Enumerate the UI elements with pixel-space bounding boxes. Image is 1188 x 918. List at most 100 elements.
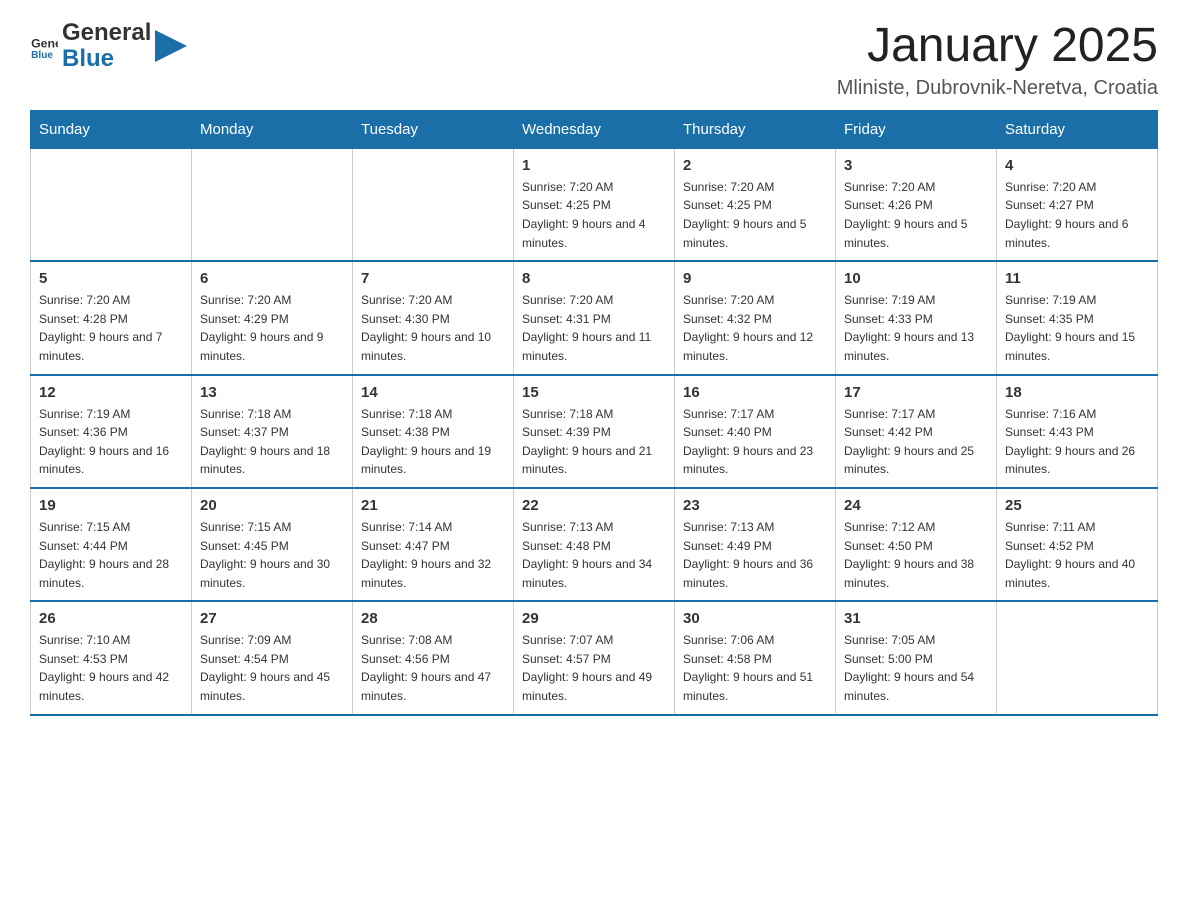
day-info: Sunrise: 7:20 AMSunset: 4:26 PMDaylight:… <box>844 178 988 252</box>
day-cell: 28Sunrise: 7:08 AMSunset: 4:56 PMDayligh… <box>353 601 514 714</box>
day-cell: 29 Sunrise: 7:07 AMSunset: 4:57 PMDayligh… <box>514 601 675 714</box>
day-info: Sunrise: 7:15 AMSunset: 4:45 PMDaylight:… <box>200 518 344 592</box>
day-info: Sunrise: 7:06 AMSunset: 4:58 PMDaylight:… <box>683 631 827 705</box>
day-info: Sunrise: 7:08 AMSunset: 4:56 PMDaylight:… <box>361 631 505 705</box>
day-number: 29 <box>522 610 666 627</box>
day-number: 16 <box>683 384 827 401</box>
day-info: Sunrise: 7:05 AMSunset: 5:00 PMDaylight:… <box>844 631 988 705</box>
day-cell: 14 Sunrise: 7:18 AMSunset: 4:38 PMDayligh… <box>353 375 514 488</box>
day-number: 31 <box>844 610 988 627</box>
day-number: 10 <box>844 270 988 287</box>
day-info: Sunrise: 7:18 AMSunset: 4:39 PMDaylight:… <box>522 405 666 479</box>
day-number: 6 <box>200 270 344 287</box>
day-number: 3 <box>844 157 988 174</box>
day-cell: 12Sunrise: 7:19 AMSunset: 4:36 PMDayligh… <box>31 375 192 488</box>
day-info: Sunrise: 7:18 AMSunset: 4:37 PMDaylight:… <box>200 405 344 479</box>
day-number: 7 <box>361 270 505 287</box>
day-cell: 3 Sunrise: 7:20 AMSunset: 4:26 PMDaylight… <box>836 148 997 261</box>
day-cell: 19 Sunrise: 7:15 AMSunset: 4:44 PMDayligh… <box>31 488 192 601</box>
day-number: 26 <box>39 610 183 627</box>
day-info: Sunrise: 7:14 AMSunset: 4:47 PMDaylight:… <box>361 518 505 592</box>
svg-text:General: General <box>31 37 58 51</box>
day-number: 11 <box>1005 270 1149 287</box>
week-row-3: 19 Sunrise: 7:15 AMSunset: 4:44 PMDayligh… <box>31 488 1158 601</box>
day-number: 9 <box>683 270 827 287</box>
day-cell: 13 Sunrise: 7:18 AMSunset: 4:37 PMDayligh… <box>192 375 353 488</box>
day-info: Sunrise: 7:17 AMSunset: 4:42 PMDaylight:… <box>844 405 988 479</box>
svg-text:Blue: Blue <box>31 50 53 60</box>
day-info: Sunrise: 7:20 AMSunset: 4:32 PMDaylight:… <box>683 291 827 365</box>
day-number: 22 <box>522 497 666 514</box>
day-info: Sunrise: 7:20 AMSunset: 4:30 PMDaylight:… <box>361 291 505 365</box>
day-cell: 5Sunrise: 7:20 AMSunset: 4:28 PMDaylight… <box>31 261 192 374</box>
day-info: Sunrise: 7:20 AMSunset: 4:29 PMDaylight:… <box>200 291 344 365</box>
day-cell <box>192 148 353 261</box>
day-cell: 1Sunrise: 7:20 AMSunset: 4:25 PMDaylight… <box>514 148 675 261</box>
week-row-0: 1Sunrise: 7:20 AMSunset: 4:25 PMDaylight… <box>31 148 1158 261</box>
week-row-2: 12Sunrise: 7:19 AMSunset: 4:36 PMDayligh… <box>31 375 1158 488</box>
day-cell: 31 Sunrise: 7:05 AMSunset: 5:00 PMDayligh… <box>836 601 997 714</box>
day-cell <box>31 148 192 261</box>
day-cell: 16Sunrise: 7:17 AMSunset: 4:40 PMDayligh… <box>675 375 836 488</box>
day-cell: 20Sunrise: 7:15 AMSunset: 4:45 PMDayligh… <box>192 488 353 601</box>
day-number: 25 <box>1005 497 1149 514</box>
calendar-table: SundayMondayTuesdayWednesdayThursdayFrid… <box>30 110 1158 716</box>
page-header: General Blue General Blue January 2025 M… <box>30 20 1158 100</box>
day-info: Sunrise: 7:20 AMSunset: 4:25 PMDaylight:… <box>683 178 827 252</box>
day-info: Sunrise: 7:11 AMSunset: 4:52 PMDaylight:… <box>1005 518 1149 592</box>
day-info: Sunrise: 7:09 AMSunset: 4:54 PMDaylight:… <box>200 631 344 705</box>
day-info: Sunrise: 7:19 AMSunset: 4:35 PMDaylight:… <box>1005 291 1149 365</box>
day-info: Sunrise: 7:13 AMSunset: 4:49 PMDaylight:… <box>683 518 827 592</box>
day-cell: 15 Sunrise: 7:18 AMSunset: 4:39 PMDayligh… <box>514 375 675 488</box>
day-info: Sunrise: 7:19 AMSunset: 4:33 PMDaylight:… <box>844 291 988 365</box>
day-info: Sunrise: 7:10 AMSunset: 4:53 PMDaylight:… <box>39 631 183 705</box>
day-cell: 30 Sunrise: 7:06 AMSunset: 4:58 PMDayligh… <box>675 601 836 714</box>
day-cell: 18Sunrise: 7:16 AMSunset: 4:43 PMDayligh… <box>997 375 1158 488</box>
day-cell: 22 Sunrise: 7:13 AMSunset: 4:48 PMDayligh… <box>514 488 675 601</box>
day-info: Sunrise: 7:18 AMSunset: 4:38 PMDaylight:… <box>361 405 505 479</box>
day-number: 19 <box>39 497 183 514</box>
day-number: 17 <box>844 384 988 401</box>
day-number: 14 <box>361 384 505 401</box>
day-number: 21 <box>361 497 505 514</box>
logo-icon: General Blue <box>30 32 58 60</box>
header-cell-wednesday: Wednesday <box>514 110 675 148</box>
day-info: Sunrise: 7:20 AMSunset: 4:25 PMDaylight:… <box>522 178 666 252</box>
day-cell: 2Sunrise: 7:20 AMSunset: 4:25 PMDaylight… <box>675 148 836 261</box>
day-cell: 9 Sunrise: 7:20 AMSunset: 4:32 PMDaylight… <box>675 261 836 374</box>
day-cell: 7 Sunrise: 7:20 AMSunset: 4:30 PMDaylight… <box>353 261 514 374</box>
header-row: SundayMondayTuesdayWednesdayThursdayFrid… <box>31 110 1158 148</box>
day-number: 23 <box>683 497 827 514</box>
day-number: 4 <box>1005 157 1149 174</box>
day-info: Sunrise: 7:20 AMSunset: 4:27 PMDaylight:… <box>1005 178 1149 252</box>
week-row-4: 26 Sunrise: 7:10 AMSunset: 4:53 PMDayligh… <box>31 601 1158 714</box>
day-number: 13 <box>200 384 344 401</box>
day-number: 8 <box>522 270 666 287</box>
day-info: Sunrise: 7:15 AMSunset: 4:44 PMDaylight:… <box>39 518 183 592</box>
day-info: Sunrise: 7:07 AMSunset: 4:57 PMDaylight:… <box>522 631 666 705</box>
logo: General Blue General Blue <box>30 20 187 73</box>
day-cell <box>353 148 514 261</box>
day-cell: 27Sunrise: 7:09 AMSunset: 4:54 PMDayligh… <box>192 601 353 714</box>
month-title: January 2025 <box>837 20 1158 73</box>
logo-blue-text: Blue <box>62 46 151 72</box>
day-number: 30 <box>683 610 827 627</box>
logo-triangle-icon <box>155 30 187 62</box>
calendar-body: 1Sunrise: 7:20 AMSunset: 4:25 PMDaylight… <box>31 148 1158 714</box>
day-info: Sunrise: 7:19 AMSunset: 4:36 PMDaylight:… <box>39 405 183 479</box>
day-number: 18 <box>1005 384 1149 401</box>
header-cell-tuesday: Tuesday <box>353 110 514 148</box>
header-cell-thursday: Thursday <box>675 110 836 148</box>
day-info: Sunrise: 7:12 AMSunset: 4:50 PMDaylight:… <box>844 518 988 592</box>
day-info: Sunrise: 7:20 AMSunset: 4:31 PMDaylight:… <box>522 291 666 365</box>
logo-general-text: General <box>62 20 151 46</box>
header-cell-friday: Friday <box>836 110 997 148</box>
day-number: 15 <box>522 384 666 401</box>
day-cell: 26 Sunrise: 7:10 AMSunset: 4:53 PMDayligh… <box>31 601 192 714</box>
title-block: January 2025 Mliniste, Dubrovnik-Neretva… <box>837 20 1158 100</box>
calendar-header: SundayMondayTuesdayWednesdayThursdayFrid… <box>31 110 1158 148</box>
week-row-1: 5Sunrise: 7:20 AMSunset: 4:28 PMDaylight… <box>31 261 1158 374</box>
day-cell: 24Sunrise: 7:12 AMSunset: 4:50 PMDayligh… <box>836 488 997 601</box>
day-info: Sunrise: 7:13 AMSunset: 4:48 PMDaylight:… <box>522 518 666 592</box>
day-cell: 21 Sunrise: 7:14 AMSunset: 4:47 PMDayligh… <box>353 488 514 601</box>
